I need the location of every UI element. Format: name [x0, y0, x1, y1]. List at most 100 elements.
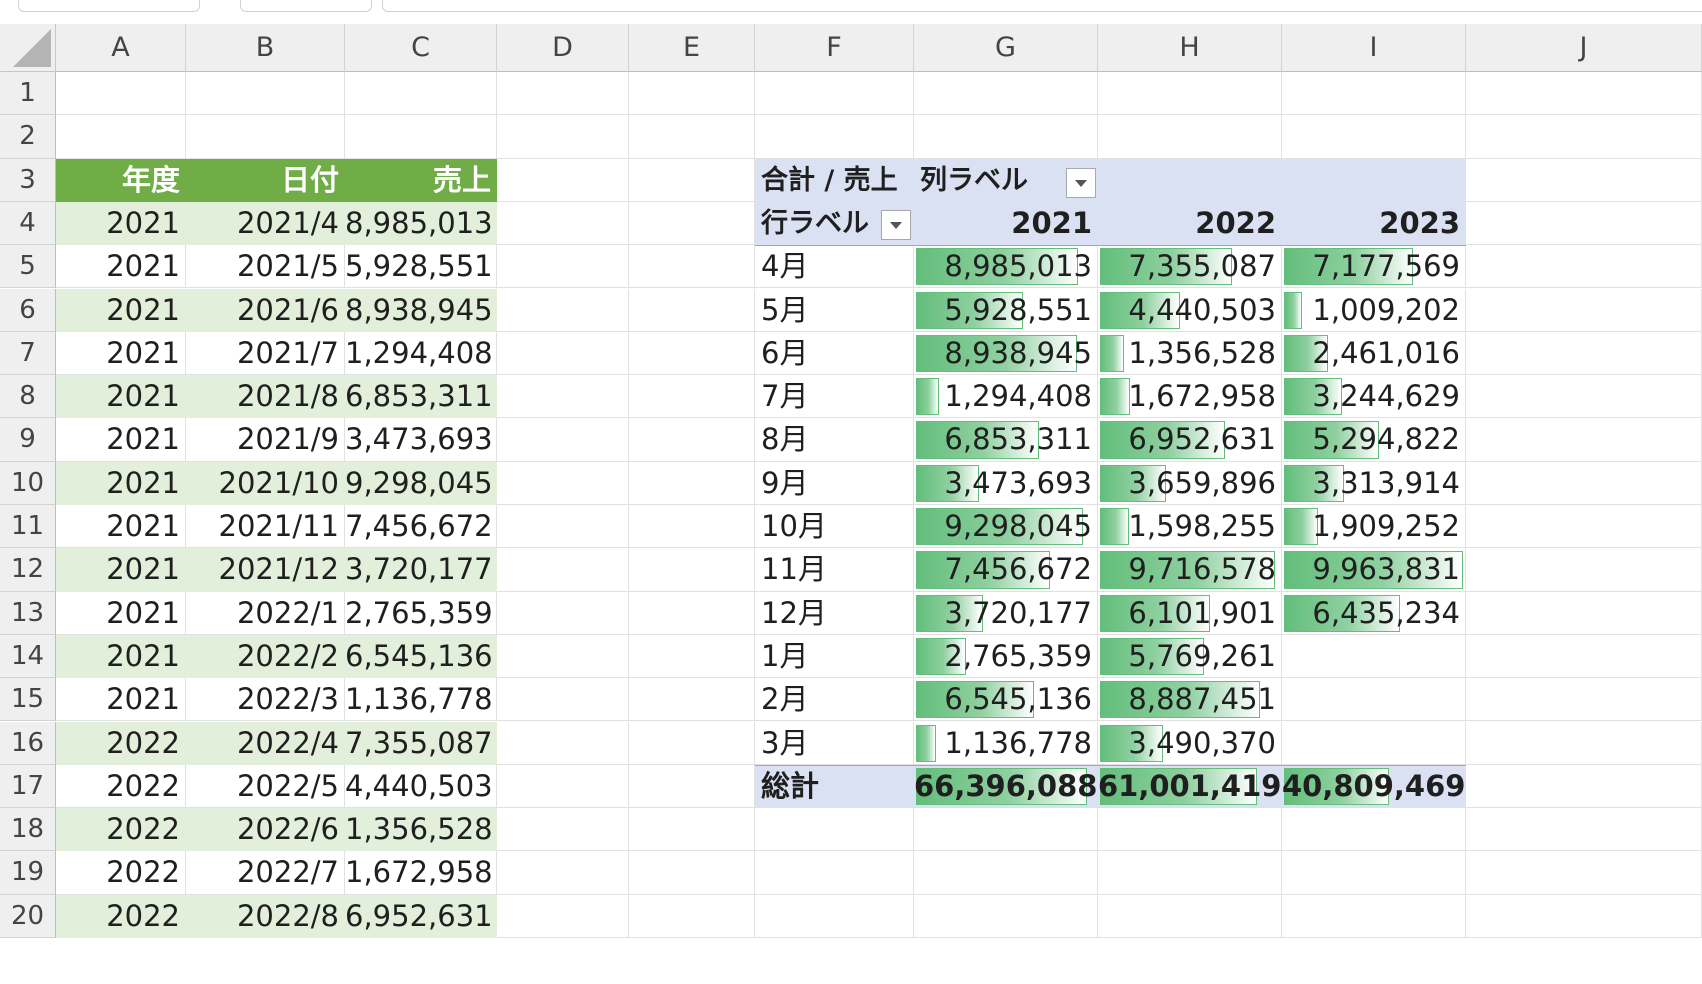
pivot-row-label-cell[interactable]: 2月 [761, 678, 808, 721]
table-cell[interactable]: 2022 [56, 851, 180, 894]
table-cell[interactable]: 2,765,359 [345, 592, 493, 635]
cell[interactable] [914, 115, 1098, 159]
pivot-year-2023[interactable]: 2023 [1282, 202, 1460, 245]
pivot-value-cell[interactable]: 1,356,528 [1098, 332, 1276, 375]
table-cell[interactable]: 7,355,087 [345, 722, 493, 765]
cell[interactable] [914, 72, 1098, 116]
cell[interactable] [629, 331, 755, 376]
pivot-value-cell[interactable]: 6,101,901 [1098, 592, 1276, 635]
cell[interactable] [1466, 678, 1702, 722]
cell[interactable] [1466, 548, 1702, 592]
table-cell[interactable]: 2021 [56, 462, 180, 505]
column-header-g[interactable]: G [914, 24, 1098, 72]
table-cell[interactable]: 2022/3 [186, 678, 339, 721]
pivot-total-value[interactable]: 66,396,088 [914, 765, 1097, 808]
cell[interactable] [1098, 72, 1282, 116]
cell[interactable] [1466, 461, 1702, 505]
cell[interactable] [497, 851, 629, 895]
column-filter-dropdown-icon[interactable] [1066, 167, 1096, 198]
table-cell[interactable]: 2021/4 [186, 202, 339, 245]
pivot-value-cell[interactable]: 6,853,311 [914, 418, 1092, 461]
cell[interactable] [629, 461, 755, 505]
column-header-a[interactable]: A [56, 24, 186, 72]
table-cell[interactable]: 2021 [56, 418, 180, 461]
row-header-13[interactable]: 13 [0, 591, 56, 635]
cell[interactable] [497, 288, 629, 332]
cell[interactable] [629, 591, 755, 635]
table-cell[interactable]: 6,853,311 [345, 375, 493, 418]
cell[interactable] [1282, 721, 1466, 765]
row-header-15[interactable]: 15 [0, 678, 56, 722]
table-cell[interactable]: 3,720,177 [345, 548, 493, 591]
pivot-value-cell[interactable]: 5,294,822 [1282, 418, 1460, 461]
cell[interactable] [1466, 591, 1702, 635]
pivot-value-cell[interactable]: 1,009,202 [1282, 289, 1460, 332]
cell[interactable] [1466, 894, 1702, 938]
cell[interactable] [497, 418, 629, 462]
table-cell[interactable]: 9,298,045 [345, 462, 493, 505]
table-cell[interactable]: 2022/6 [186, 808, 339, 851]
cell[interactable] [1098, 894, 1282, 938]
cell[interactable] [497, 461, 629, 505]
table-cell[interactable]: 1,294,408 [345, 332, 493, 375]
pivot-row-label-cell[interactable]: 1月 [761, 635, 808, 678]
table-cell[interactable]: 2021/5 [186, 245, 339, 288]
cell[interactable] [497, 72, 629, 116]
table-cell[interactable]: 2021 [56, 592, 180, 635]
cell[interactable] [629, 548, 755, 592]
pivot-row-label-cell[interactable]: 12月 [761, 592, 827, 635]
pivot-value-cell[interactable]: 2,765,359 [914, 635, 1092, 678]
row-header-20[interactable]: 20 [0, 894, 56, 938]
cell[interactable] [497, 331, 629, 376]
pivot-row-label-cell[interactable]: 9月 [761, 462, 808, 505]
cell[interactable] [1466, 331, 1702, 376]
column-header-j[interactable]: J [1466, 24, 1702, 72]
row-header-12[interactable]: 12 [0, 548, 56, 592]
table-cell[interactable]: 2022/1 [186, 592, 339, 635]
cell[interactable] [1466, 201, 1702, 246]
pivot-value-cell[interactable]: 1,909,252 [1282, 505, 1460, 548]
row-header-14[interactable]: 14 [0, 634, 56, 679]
cell[interactable] [497, 894, 629, 938]
cell[interactable] [1466, 634, 1702, 679]
pivot-value-cell[interactable]: 1,294,408 [914, 375, 1092, 418]
pivot-row-label-cell[interactable]: 8月 [761, 418, 808, 461]
table-cell[interactable]: 6,952,631 [345, 895, 493, 938]
pivot-value-cell[interactable]: 1,598,255 [1098, 505, 1276, 548]
table-cell[interactable]: 2022 [56, 722, 180, 765]
pivot-column-label[interactable]: 列ラベル [920, 159, 1028, 202]
cell[interactable] [755, 851, 914, 895]
row-header-8[interactable]: 8 [0, 375, 56, 419]
pivot-value-cell[interactable]: 1,136,778 [914, 722, 1092, 765]
cell[interactable] [186, 115, 345, 159]
cell[interactable] [1466, 158, 1702, 202]
row-header-4[interactable]: 4 [0, 201, 56, 246]
cell[interactable] [497, 808, 629, 852]
pivot-total-value[interactable]: 61,001,419 [1098, 765, 1281, 808]
cell[interactable] [914, 894, 1098, 938]
cell[interactable] [345, 115, 497, 159]
pivot-value-cell[interactable]: 8,985,013 [914, 245, 1092, 288]
cell[interactable] [629, 245, 755, 289]
table-cell[interactable]: 2021 [56, 245, 180, 288]
formula-input[interactable] [382, 0, 1702, 12]
pivot-value-cell[interactable]: 6,545,136 [914, 678, 1092, 721]
cell[interactable] [629, 678, 755, 722]
cell[interactable] [497, 375, 629, 419]
pivot-value-cell[interactable]: 9,298,045 [914, 505, 1092, 548]
row-header-1[interactable]: 1 [0, 72, 56, 116]
table-cell[interactable]: 2021/10 [186, 462, 339, 505]
column-header-h[interactable]: H [1098, 24, 1282, 72]
pivot-value-cell[interactable]: 9,963,831 [1282, 548, 1460, 591]
table-cell[interactable]: 2021 [56, 505, 180, 548]
formula-buttons[interactable] [240, 0, 372, 12]
cell[interactable] [1098, 808, 1282, 852]
cell[interactable] [1466, 418, 1702, 462]
table-cell[interactable]: 5,928,551 [345, 245, 493, 288]
cell[interactable] [1282, 72, 1466, 116]
cell[interactable] [1466, 288, 1702, 332]
pivot-year-2021[interactable]: 2021 [914, 202, 1092, 245]
cell[interactable] [1098, 115, 1282, 159]
cell[interactable] [1466, 721, 1702, 765]
pivot-row-label-cell[interactable]: 4月 [761, 245, 808, 288]
